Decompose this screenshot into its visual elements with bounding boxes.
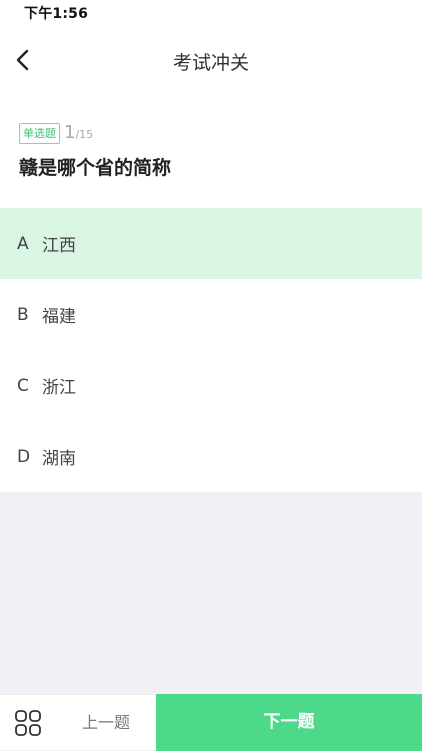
option-letter: B <box>17 304 29 325</box>
option-text: 浙江 <box>42 378 76 398</box>
progress-current: 1 <box>64 122 76 143</box>
question-header-area: 下午1:56 考试冲关 单选题 1/15 赣是哪个省的简称 <box>0 0 422 208</box>
option-letter: C <box>17 375 29 396</box>
option-letter: A <box>17 233 29 254</box>
question-type-badge: 单选题 <box>19 123 60 144</box>
grid-icon <box>15 710 41 736</box>
option-d[interactable]: D 湖南 <box>0 421 422 492</box>
option-b[interactable]: B 福建 <box>0 279 422 350</box>
bottom-bar: 上一题 下一题 <box>0 694 422 751</box>
option-c[interactable]: C 浙江 <box>0 350 422 421</box>
option-text: 湖南 <box>42 449 76 469</box>
page-title: 考试冲关 <box>172 52 249 74</box>
next-question-button[interactable]: 下一题 <box>156 694 422 751</box>
answer-sheet-button[interactable] <box>12 707 44 739</box>
question-text: 赣是哪个省的简称 <box>19 157 172 179</box>
option-letter: D <box>17 446 31 467</box>
progress-total: 15 <box>79 128 94 141</box>
answer-options: A 江西 B 福建 C 浙江 D 湖南 <box>0 208 422 492</box>
question-progress: 1/15 <box>64 122 93 143</box>
status-bar-time: 下午1:56 <box>24 6 89 22</box>
prev-question-button[interactable]: 上一题 <box>66 695 146 750</box>
option-a[interactable]: A 江西 <box>0 208 422 279</box>
option-text: 江西 <box>42 236 76 256</box>
option-text: 福建 <box>42 307 76 327</box>
